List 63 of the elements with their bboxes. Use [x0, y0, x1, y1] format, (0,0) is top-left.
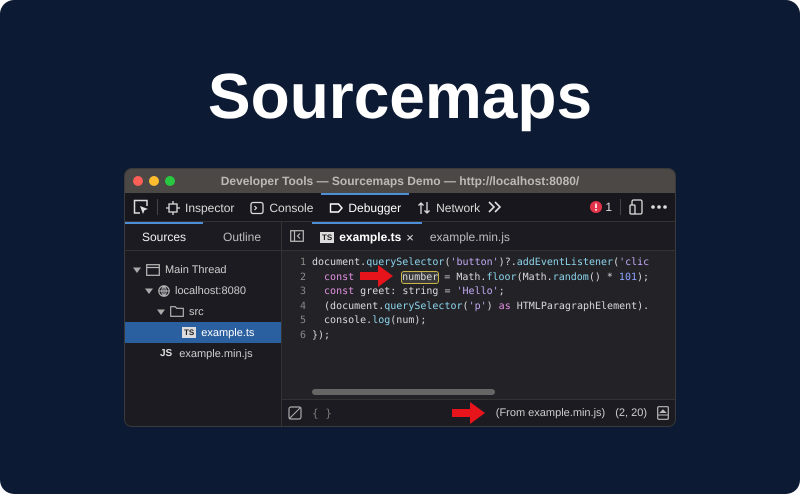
line-number: 2: [298, 270, 307, 284]
terminal-icon: [250, 201, 264, 215]
minimize-button[interactable]: [149, 176, 159, 186]
tree-item[interactable]: Main Thread: [125, 259, 281, 280]
pretty-print-button[interactable]: { }: [312, 406, 332, 420]
code-line: const greet: string = 'Hello';: [323, 285, 505, 299]
source-label[interactable]: (From example.min.js): [496, 407, 606, 419]
tree-label: example.min.js: [179, 348, 253, 360]
tag-icon: [329, 201, 344, 215]
panel-toggle-icon[interactable]: [657, 406, 669, 420]
more-icon[interactable]: [651, 205, 667, 209]
line-number: 6: [298, 328, 307, 342]
page-heading: Sourcemaps: [208, 59, 592, 134]
error-count: 1: [605, 200, 612, 214]
tool-tab[interactable]: Network: [409, 193, 488, 221]
zoom-button[interactable]: [165, 176, 175, 186]
scrollbar-thumb[interactable]: [312, 389, 495, 395]
chevrons-icon[interactable]: [488, 201, 502, 213]
crosshair-icon: [166, 201, 180, 215]
line-number: 4: [298, 300, 307, 314]
code-line: (document.querySelector('p') as HTMLParagraphElement).: [323, 300, 650, 314]
panel-tab[interactable]: Outline: [203, 222, 281, 250]
arrows-icon: [417, 201, 432, 215]
error-icon[interactable]: [590, 201, 602, 213]
arrow-icon: [452, 401, 486, 425]
tree-label: Main Thread: [165, 264, 227, 276]
code-line: console.log(num);: [323, 314, 426, 328]
file-tab[interactable]: TS example.ts ×: [312, 222, 422, 250]
code-line: document.querySelector('button')?.addEventListener('clic: [312, 256, 650, 270]
window-title: Developer Tools — Sourcemaps Demo — http://localhost:8080/: [220, 174, 580, 188]
folder-icon: [170, 306, 184, 317]
tool-tab[interactable]: Inspector: [158, 193, 242, 221]
line-number: 5: [298, 314, 307, 328]
line-number: 3: [298, 285, 307, 299]
element-picker-icon[interactable]: [133, 199, 149, 215]
file-type-icon: TS: [320, 232, 334, 242]
tree-item[interactable]: src: [125, 301, 281, 322]
tool-tab[interactable]: Console: [242, 193, 322, 221]
close-tab-button[interactable]: ×: [406, 230, 414, 244]
tree-item[interactable]: JS example.min.js: [125, 343, 281, 364]
caret-icon[interactable]: [145, 286, 153, 294]
code-line: });: [312, 328, 330, 342]
caret-icon[interactable]: [133, 266, 141, 274]
sidebar-toggle-icon[interactable]: [290, 230, 304, 242]
tree-label: src: [189, 306, 204, 318]
caret-icon[interactable]: [157, 308, 165, 316]
tree-item[interactable]: localhost:8080: [125, 280, 281, 301]
globe-icon: [158, 284, 170, 296]
file-type-icon: JS: [158, 347, 174, 360]
line-number: 1: [298, 256, 307, 270]
blackbox-icon[interactable]: [288, 406, 302, 420]
file-tab[interactable]: example.min.js: [422, 222, 518, 250]
tree-label: example.ts: [201, 326, 254, 338]
panel-tab[interactable]: Sources: [125, 222, 203, 250]
tree-label: localhost:8080: [175, 284, 246, 296]
tree-item[interactable]: TS example.ts: [125, 322, 281, 343]
cursor-position: (2, 20): [615, 407, 647, 419]
code-line: const number = Math.floor(Math.random() * 101);: [323, 270, 650, 284]
file-type-icon: TS: [182, 327, 196, 338]
close-window-button[interactable]: [133, 176, 143, 186]
window-icon: [146, 264, 160, 276]
responsive-design-icon[interactable]: [629, 199, 643, 215]
tool-tab[interactable]: Debugger: [321, 193, 410, 221]
